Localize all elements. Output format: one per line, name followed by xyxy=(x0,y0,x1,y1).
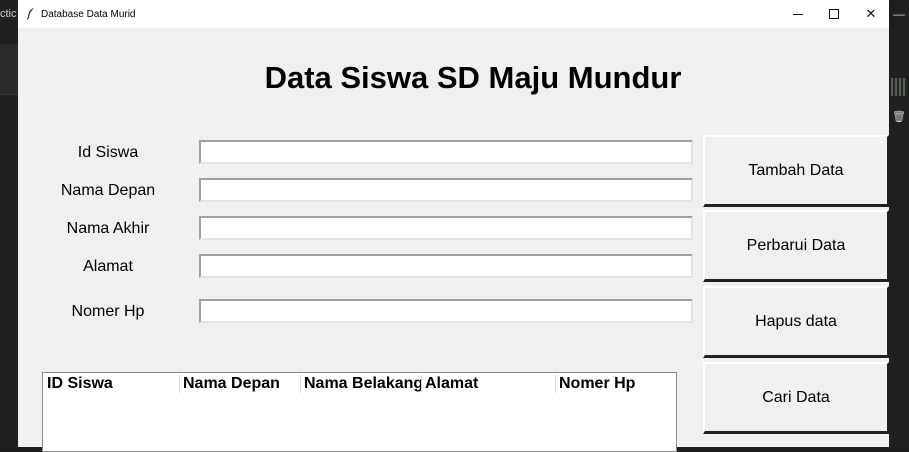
trash-icon: 🗑 xyxy=(892,111,906,123)
column-header-nama-depan[interactable]: Nama Depan xyxy=(181,374,300,394)
title-bar[interactable]: Database Data Murid ✕ xyxy=(18,0,889,28)
perbarui-data-label: Perbarui Data xyxy=(746,236,846,254)
tambah-data-label: Tambah Data xyxy=(748,161,844,179)
window-title: Database Data Murid xyxy=(41,9,136,20)
alamat-input[interactable] xyxy=(199,254,693,278)
background-tab-text: ctic xyxy=(0,8,17,20)
student-table[interactable]: ID Siswa Nama Depan Nama Belakang Alamat… xyxy=(42,372,677,452)
column-separator[interactable] xyxy=(300,375,301,393)
hapus-data-button[interactable]: Hapus data xyxy=(703,286,889,358)
column-separator[interactable] xyxy=(421,375,422,393)
minimize-icon xyxy=(793,13,803,15)
label-nomer-hp: Nomer Hp xyxy=(71,303,145,320)
id-siswa-input[interactable] xyxy=(199,140,693,164)
column-header-nama-belakang[interactable]: Nama Belakang xyxy=(302,374,421,394)
column-separator[interactable] xyxy=(179,375,180,393)
close-icon: ✕ xyxy=(865,6,877,21)
close-button[interactable]: ✕ xyxy=(852,0,890,28)
hapus-data-label: Hapus data xyxy=(755,312,837,330)
column-separator[interactable] xyxy=(555,375,556,393)
nama-akhir-input[interactable] xyxy=(199,216,693,240)
column-header-id-siswa[interactable]: ID Siswa xyxy=(45,374,179,394)
tambah-data-button[interactable]: Tambah Data xyxy=(703,135,889,207)
cari-data-label: Cari Data xyxy=(762,388,830,406)
maximize-icon xyxy=(829,9,839,19)
minimize-button[interactable] xyxy=(779,0,817,28)
cari-data-button[interactable]: Cari Data xyxy=(703,362,889,434)
column-header-alamat[interactable]: Alamat xyxy=(423,374,555,394)
column-header-nomer-hp[interactable]: Nomer Hp xyxy=(557,374,675,394)
perbarui-data-button[interactable]: Perbarui Data xyxy=(703,210,889,282)
background-minimize-glyph: — xyxy=(893,7,905,21)
feather-icon xyxy=(26,7,36,23)
maximize-button[interactable] xyxy=(815,0,853,28)
app-window: Database Data Murid ✕ Data Siswa SD Maju… xyxy=(18,0,889,452)
page-title: Data Siswa SD Maju Mundur xyxy=(264,60,682,95)
label-nama-depan: Nama Depan xyxy=(60,182,156,199)
nama-depan-input[interactable] xyxy=(199,178,693,202)
background-toolbar-band xyxy=(0,44,18,95)
label-alamat: Alamat xyxy=(83,258,133,275)
label-id-siswa: Id Siswa xyxy=(77,144,139,161)
label-nama-akhir: Nama Akhir xyxy=(66,220,150,237)
nomer-hp-input[interactable] xyxy=(199,299,693,323)
